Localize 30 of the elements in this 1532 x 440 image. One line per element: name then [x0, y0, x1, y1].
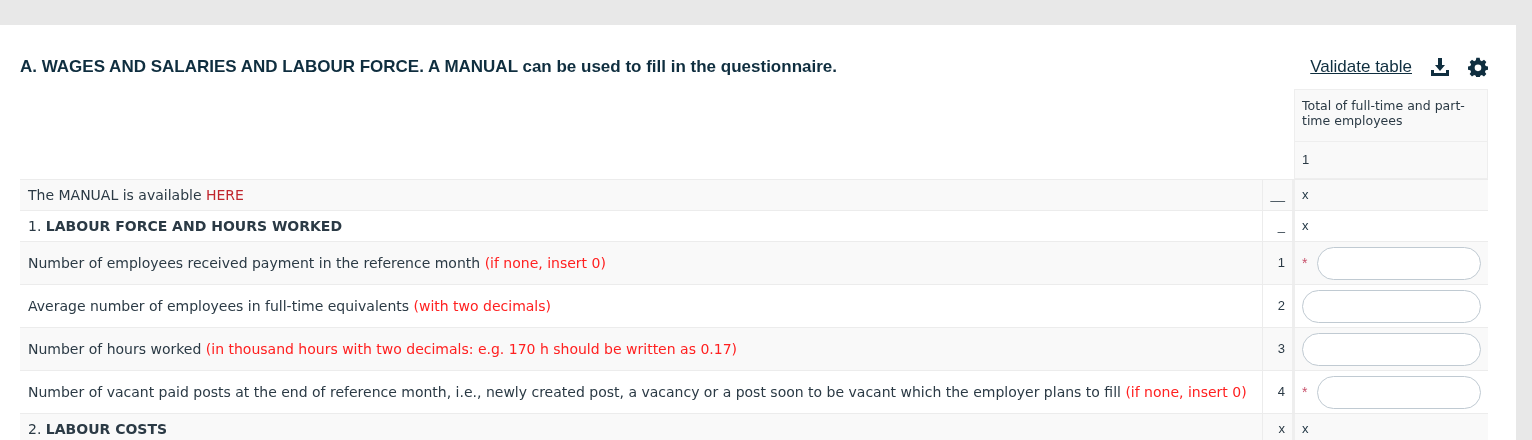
validate-table-link[interactable]: Validate table	[1310, 54, 1412, 80]
question-text: Number of vacant paid posts at the end of reference month, i.e., newly created post, a vacancy or a post soon to be vacant which the employer plans to fill (if none, insert 0)	[28, 383, 1247, 402]
column-header: Total of full-time and part-time employees	[1295, 90, 1487, 142]
manual-link[interactable]: HERE	[205, 187, 244, 203]
question-text: Number of employees received payment in the reference month (if none, insert 0)	[28, 254, 606, 273]
section-title: A. WAGES AND SALARIES AND LABOUR FORCE. A MANUAL can be used to fill in the questionnaire.	[20, 56, 837, 79]
value-text: x	[1302, 420, 1309, 439]
question-text: Average number of employees in full-time equivalents (with two decimals)	[28, 297, 552, 316]
row-code: 2	[1277, 297, 1285, 316]
input-field[interactable]	[1317, 246, 1481, 280]
row-code: 3	[1277, 340, 1285, 359]
section-heading: 2. LABOUR COSTS	[28, 420, 168, 439]
row-code: 1	[1277, 254, 1285, 273]
required-marker: *	[1302, 382, 1308, 402]
row-code: 4	[1277, 383, 1285, 402]
info-text: The MANUAL is available HERE	[28, 186, 244, 205]
input-field[interactable]	[1317, 375, 1481, 409]
question-text: Number of hours worked (in thousand hours with two decimals: e.g. 170 h should be written as 0.17)	[28, 340, 737, 359]
input-field[interactable]	[1302, 332, 1481, 366]
row-code: __	[1270, 186, 1285, 205]
row-code: _	[1277, 217, 1285, 236]
download-icon[interactable]	[1430, 57, 1450, 77]
settings-icon[interactable]	[1468, 57, 1488, 77]
value-text: x	[1302, 186, 1309, 205]
input-field[interactable]	[1302, 289, 1481, 323]
row-code: x	[1278, 420, 1285, 439]
column-number: 1	[1301, 151, 1311, 170]
value-text: x	[1302, 217, 1309, 236]
section-heading: 1. LABOUR FORCE AND HOURS WORKED	[28, 217, 343, 236]
required-marker: *	[1302, 253, 1308, 273]
